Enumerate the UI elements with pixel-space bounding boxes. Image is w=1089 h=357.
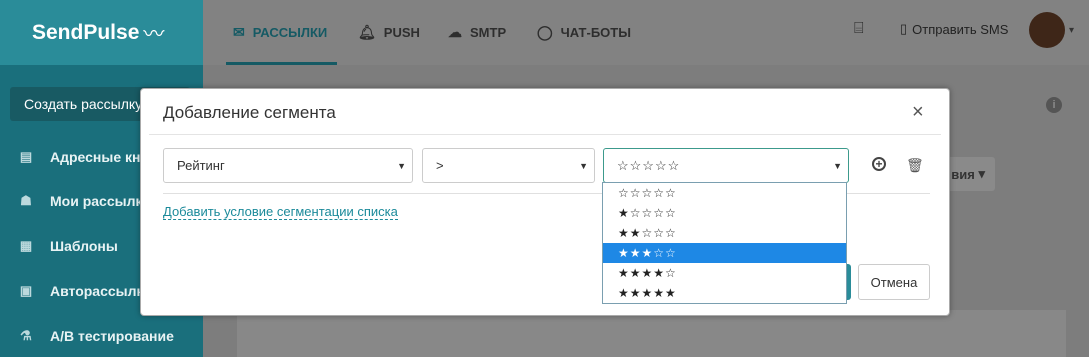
mail-icon: ✉ <box>233 24 245 40</box>
add-condition-link[interactable]: Добавить условие сегментации списка <box>163 205 398 220</box>
dropdown-option-4-stars[interactable]: ★★★★☆ <box>603 263 846 283</box>
sidebar-item-label: Мои рассылки <box>50 193 152 209</box>
send-sms-label: Отправить SMS <box>912 21 1009 37</box>
nav-tab-label: РАССЫЛКИ <box>252 25 328 40</box>
trash-icon[interactable]: 🗑︎ <box>906 157 924 174</box>
nav-tab-label: ЧАТ-БОТЫ <box>560 25 631 40</box>
operator-select-value: > <box>436 158 444 173</box>
chat-icon: ◯ <box>537 24 553 40</box>
ab-test-icon: ⚗ <box>20 328 32 343</box>
modal-title: Добавление сегмента <box>163 103 336 122</box>
nav-tab-smtp[interactable]: ☁ SMTP <box>448 0 506 65</box>
cloud-icon: ☁ <box>448 24 462 40</box>
dropdown-option-2-stars[interactable]: ★★☆☆☆ <box>603 223 846 243</box>
info-icon[interactable]: i <box>1046 97 1062 113</box>
dropdown-option-5-stars[interactable]: ★★★★★ <box>603 283 846 303</box>
dropdown-option-1-star[interactable]: ★☆☆☆☆ <box>603 203 846 223</box>
sidebar-item-label: Авторассылки <box>50 283 153 299</box>
nav-tab-label: SMTP <box>470 25 507 40</box>
chevron-down-icon: ▼ <box>579 161 588 171</box>
actions-button-label: вия <box>951 166 975 182</box>
close-icon[interactable]: × <box>912 101 924 124</box>
divider <box>149 134 941 135</box>
rating-dropdown-list: ☆☆☆☆☆ ★☆☆☆☆ ★★☆☆☆ ★★★☆☆ ★★★★☆ ★★★★★ <box>602 182 847 304</box>
gift-icon[interactable]: ⌸ <box>854 20 864 38</box>
add-condition-icon[interactable]: + <box>872 157 886 171</box>
templates-icon: ▦ <box>19 238 33 253</box>
field-select[interactable]: Рейтинг ▼ <box>163 148 413 183</box>
field-select-value: Рейтинг <box>177 158 225 173</box>
pulse-icon: 〰 <box>143 22 165 46</box>
chevron-down-icon: ▼ <box>397 161 406 171</box>
nav-tab-label: PUSH <box>383 25 420 40</box>
rating-value-select[interactable]: ☆☆☆☆☆ ▼ <box>603 148 849 183</box>
dropdown-option-3-stars[interactable]: ★★★☆☆ <box>603 243 846 263</box>
autoresponder-icon: ▣ <box>19 283 33 298</box>
nav-tab-push[interactable]: 🔔︎ PUSH <box>358 0 420 65</box>
address-book-icon: ▤ <box>19 149 33 164</box>
chevron-down-icon: ▼ <box>833 161 842 171</box>
chevron-down-icon[interactable]: ▾ <box>1069 25 1074 36</box>
phone-icon: ▯ <box>900 21 908 36</box>
campaigns-icon: ☗ <box>20 193 32 208</box>
rating-select-value: ☆☆☆☆☆ <box>617 157 681 173</box>
nav-tab-chatbots[interactable]: ◯ ЧАТ-БОТЫ <box>537 0 631 65</box>
app-logo[interactable]: SendPulse 〰 <box>0 0 203 65</box>
dropdown-option-0-stars[interactable]: ☆☆☆☆☆ <box>603 183 846 203</box>
cancel-button[interactable]: Отмена <box>858 264 930 300</box>
operator-select[interactable]: > ▼ <box>422 148 595 183</box>
content-panel <box>237 310 1066 357</box>
logo-text: SendPulse <box>32 20 140 44</box>
sidebar-item-label: Шаблоны <box>50 238 118 254</box>
avatar[interactable] <box>1029 12 1065 48</box>
sidebar-item-label: A/B тестирование <box>50 328 174 344</box>
nav-tab-emails[interactable]: ✉ РАССЫЛКИ <box>233 0 327 65</box>
sidebar-item-ab-testing[interactable]: ⚗ A/B тестирование <box>0 316 203 356</box>
bell-icon: 🔔︎ <box>358 24 376 40</box>
send-sms-link[interactable]: ▯ Отправить SMS <box>900 21 1008 37</box>
active-tab-indicator <box>226 62 337 65</box>
